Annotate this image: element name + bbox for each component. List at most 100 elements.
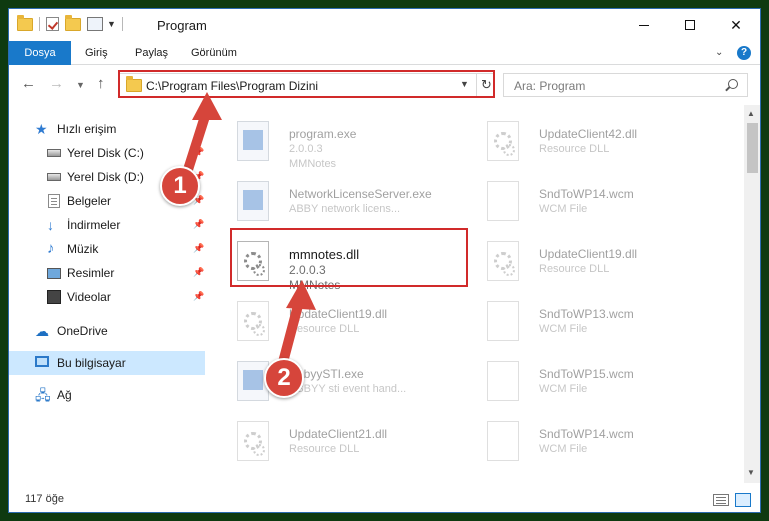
- close-button[interactable]: ✕: [713, 9, 759, 41]
- new-folder-icon[interactable]: [65, 14, 81, 31]
- drive-icon: [47, 173, 61, 181]
- up-arrow-icon[interactable]: ↑: [97, 75, 105, 92]
- tiles-view-icon[interactable]: [735, 493, 751, 507]
- file-item[interactable]: AbbyySTI.exe ABBYY sti event hand...: [215, 353, 455, 411]
- sidebar-item-videos[interactable]: Videolar 📌: [9, 285, 205, 309]
- status-bar: 117 öğe: [9, 485, 760, 512]
- sidebar-item-label: Belgeler: [67, 194, 112, 208]
- file-name: UpdateClient42.dll: [539, 127, 638, 141]
- chevron-down-icon[interactable]: ▼: [107, 19, 116, 29]
- dll-icon: [487, 121, 519, 161]
- pin-icon[interactable]: 📌: [193, 291, 204, 302]
- file-item[interactable]: UpdateClient21.dll Resource DLL: [215, 413, 455, 471]
- file-item[interactable]: SndToWP13.wcm WCM File: [465, 293, 705, 351]
- file-name: UpdateClient21.dll: [289, 427, 388, 441]
- sidebar-item-quick-access[interactable]: ★ Hızlı erişim: [9, 117, 205, 141]
- search-box[interactable]: Ara: Program: [503, 73, 748, 97]
- maximize-icon: [685, 20, 695, 30]
- pin-icon[interactable]: 📌: [193, 243, 204, 254]
- sidebar-item-label: Videolar: [67, 290, 111, 304]
- properties-check-icon[interactable]: [46, 17, 59, 31]
- file-item[interactable]: SndToWP14.wcm WCM File: [465, 173, 705, 231]
- file-name: program.exe: [289, 127, 357, 141]
- search-icon[interactable]: [728, 79, 738, 89]
- tab-share[interactable]: Paylaş: [125, 41, 178, 65]
- sidebar-item-music[interactable]: ♪ Müzik 📌: [9, 237, 205, 261]
- file-highlight-box: [230, 228, 468, 287]
- sidebar-item-label: Resimler: [67, 266, 115, 280]
- file-name: NetworkLicenseServer.exe: [289, 187, 432, 201]
- toolbar-divider: [121, 17, 123, 31]
- file-list: program.exe 2.0.0.3 MMNotes UpdateClient…: [215, 105, 743, 483]
- file-item[interactable]: UpdateClient19.dll Resource DLL: [215, 293, 455, 351]
- maximize-button[interactable]: [667, 9, 713, 41]
- file-detail: WCM File: [539, 323, 588, 335]
- tab-file[interactable]: Dosya: [9, 41, 71, 65]
- sidebar-item-local-disk-c[interactable]: Yerel Disk (C:) 📌: [9, 141, 205, 165]
- file-detail: WCM File: [539, 443, 588, 455]
- step-1-badge: 1: [160, 166, 200, 206]
- properties-icon[interactable]: [87, 17, 103, 31]
- recent-locations-chevron-icon[interactable]: ▼: [76, 80, 85, 90]
- sidebar-item-pictures[interactable]: Resimler 📌: [9, 261, 205, 285]
- file-item[interactable]: UpdateClient42.dll Resource DLL: [465, 113, 705, 171]
- pin-icon[interactable]: 📌: [193, 219, 204, 230]
- program-icon: [237, 121, 269, 161]
- sidebar-item-label: Müzik: [67, 242, 99, 256]
- page-icon: [487, 301, 519, 341]
- forward-arrow-icon[interactable]: →: [49, 75, 64, 92]
- cloud-icon: ☁: [35, 323, 49, 339]
- tab-home[interactable]: Giriş: [75, 41, 118, 65]
- tab-view[interactable]: Görünüm: [181, 41, 247, 65]
- sidebar-item-label: Yerel Disk (D:): [67, 170, 144, 184]
- help-icon[interactable]: ?: [737, 46, 751, 60]
- music-icon: ♪: [47, 240, 55, 257]
- sidebar-item-network[interactable]: 🖧 Ağ: [9, 383, 205, 407]
- expand-ribbon-chevron-icon[interactable]: ⌄: [715, 47, 727, 59]
- pin-icon[interactable]: 📌: [193, 147, 204, 158]
- computer-icon: [35, 356, 49, 367]
- file-name: SndToWP15.wcm: [539, 367, 634, 381]
- file-name: UpdateClient19.dll: [539, 247, 638, 261]
- download-icon: ↓: [47, 217, 54, 233]
- vertical-scrollbar[interactable]: ▲ ▼: [744, 105, 760, 483]
- pin-icon[interactable]: 📌: [193, 267, 204, 278]
- scroll-thumb[interactable]: [747, 123, 758, 173]
- toolbar-divider: [39, 17, 40, 31]
- scroll-down-icon[interactable]: ▼: [747, 468, 755, 477]
- item-count: 117 öğe: [25, 493, 64, 505]
- page-icon: [487, 421, 519, 461]
- file-detail: Resource DLL: [289, 443, 360, 455]
- sidebar-item-label: Bu bilgisayar: [57, 356, 126, 370]
- navigation-pane: ★ Hızlı erişim Yerel Disk (C:) 📌 Yerel D…: [9, 105, 205, 485]
- pictures-icon: [47, 268, 61, 279]
- videos-icon: [47, 290, 61, 304]
- details-view-icon[interactable]: [713, 494, 729, 506]
- file-item[interactable]: NetworkLicenseServer.exe ABBY network li…: [215, 173, 455, 231]
- sidebar-item-onedrive[interactable]: ☁ OneDrive: [9, 319, 205, 343]
- file-item[interactable]: UpdateClient19.dll Resource DLL: [465, 233, 705, 291]
- back-arrow-icon[interactable]: ←: [21, 75, 36, 92]
- ribbon-tabs: Dosya Giriş Paylaş Görünüm ⌄ ?: [9, 41, 760, 65]
- network-icon: 🖧: [35, 387, 51, 403]
- file-detail: Resource DLL: [539, 143, 610, 155]
- page-icon: [487, 181, 519, 221]
- sidebar-item-this-pc[interactable]: Bu bilgisayar: [9, 351, 205, 375]
- minimize-button[interactable]: [621, 9, 667, 41]
- drive-icon: [47, 149, 61, 157]
- file-item[interactable]: program.exe 2.0.0.3 MMNotes: [215, 113, 455, 171]
- search-input[interactable]: Ara: Program: [514, 79, 585, 93]
- file-detail: Resource DLL: [289, 323, 360, 335]
- file-detail: MMNotes: [289, 158, 337, 170]
- file-name: UpdateClient19.dll: [289, 307, 388, 321]
- page-icon: [487, 361, 519, 401]
- file-detail: WCM File: [539, 383, 588, 395]
- file-item[interactable]: SndToWP15.wcm WCM File: [465, 353, 705, 411]
- file-detail: WCM File: [539, 203, 588, 215]
- file-detail: 2.0.0.3: [289, 143, 323, 155]
- scroll-up-icon[interactable]: ▲: [747, 109, 755, 118]
- file-item[interactable]: SndToWP14.wcm WCM File: [465, 413, 705, 471]
- sidebar-item-downloads[interactable]: ↓ İndirmeler 📌: [9, 213, 205, 237]
- file-detail: Resource DLL: [539, 263, 610, 275]
- dll-icon: [487, 241, 519, 281]
